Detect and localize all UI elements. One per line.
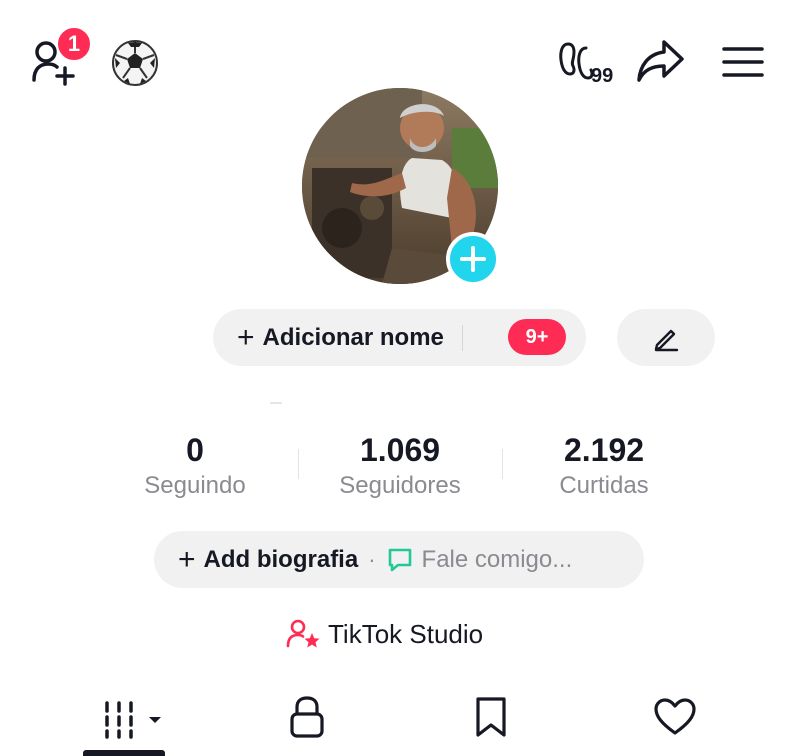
divider	[270, 402, 282, 404]
plus-icon: +	[237, 320, 255, 354]
plus-icon	[460, 246, 486, 272]
notification-badge: 1	[56, 26, 92, 62]
edit-profile-button[interactable]	[617, 309, 715, 366]
tiktok-studio-link[interactable]: TikTok Studio	[286, 614, 483, 654]
bookmark-icon	[476, 697, 506, 737]
tab-liked[interactable]	[645, 690, 705, 744]
divider	[298, 449, 299, 479]
stat-followers[interactable]: 1.069 Seguidores	[300, 430, 500, 502]
tab-private[interactable]	[277, 690, 337, 744]
svg-text:99: 99	[591, 65, 613, 84]
share-icon[interactable]	[636, 38, 686, 84]
chat-bubble-icon	[388, 548, 411, 571]
add-avatar-button[interactable]	[446, 232, 500, 286]
divider	[461, 324, 463, 351]
stat-value: 0	[186, 432, 204, 468]
stat-label: Curtidas	[559, 472, 649, 499]
name-badge: 9+	[508, 319, 566, 355]
add-bio-button[interactable]: + Add biografia · Fale comigo...	[154, 531, 644, 588]
plus-icon: +	[178, 542, 196, 576]
grid-icon	[105, 701, 161, 739]
soccer-ball-icon[interactable]	[110, 38, 160, 88]
menu-icon[interactable]	[720, 44, 766, 80]
lock-icon	[290, 696, 324, 738]
footprint-icon[interactable]: 99	[558, 40, 624, 87]
separator: ·	[368, 546, 376, 572]
pencil-icon	[654, 329, 679, 351]
add-bio-label: Add biografia	[203, 545, 359, 573]
heart-icon	[654, 698, 696, 735]
stat-value: 2.192	[563, 432, 645, 468]
tiktok-studio-label: TikTok Studio	[328, 618, 484, 649]
stat-label: Seguidores	[339, 472, 461, 499]
contact-placeholder: Fale comigo...	[421, 545, 573, 573]
add-name-label: Adicionar nome	[262, 323, 444, 351]
active-tab-indicator	[83, 750, 165, 756]
stat-label: Seguindo	[144, 472, 246, 499]
tab-videos[interactable]	[96, 690, 168, 744]
stat-following[interactable]: 0 Seguindo	[95, 430, 295, 502]
divider	[502, 449, 503, 479]
tab-saved[interactable]	[461, 690, 521, 744]
creator-star-icon	[286, 619, 320, 648]
stat-value: 1.069	[359, 432, 441, 468]
stat-likes[interactable]: 2.192 Curtidas	[504, 430, 704, 502]
